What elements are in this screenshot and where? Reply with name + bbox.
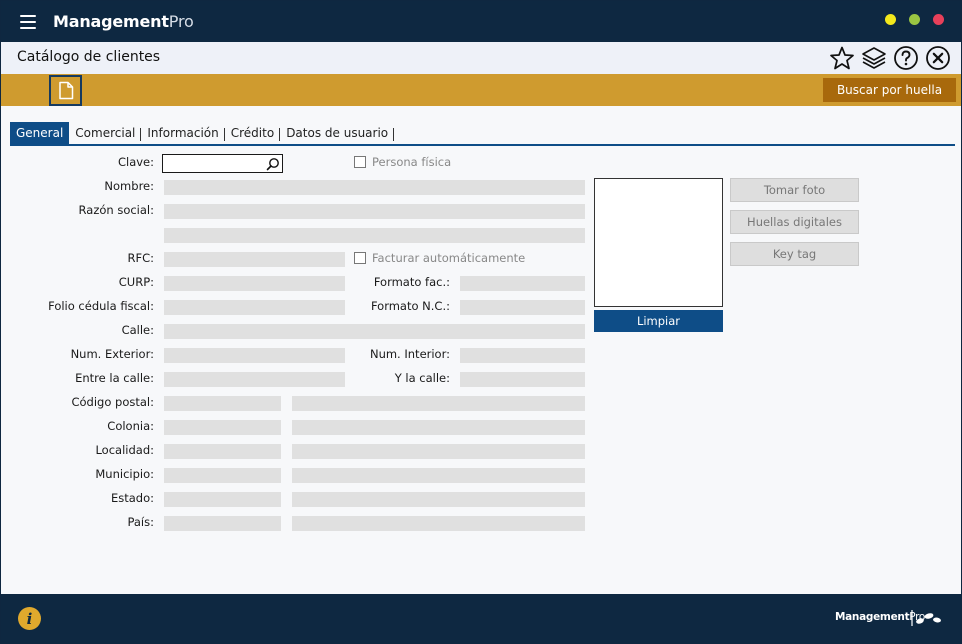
codigo-postal-field[interactable] (164, 396, 281, 411)
entre-calle-field[interactable] (164, 372, 345, 387)
formato-nc-label: Formato N.C.: (370, 299, 450, 313)
rfc-label: RFC: (127, 251, 154, 265)
clave-label: Clave: (117, 155, 154, 169)
colonia-label: Colonia: (107, 419, 154, 433)
take-photo-button[interactable]: Tomar foto (730, 178, 859, 202)
maximize-button[interactable] (909, 14, 920, 25)
menu-icon[interactable] (20, 15, 36, 30)
estado-desc-field[interactable] (292, 492, 585, 507)
pais-field[interactable] (164, 516, 281, 531)
close-icon[interactable] (925, 45, 951, 71)
page-header: Catálogo de clientes (1, 42, 961, 74)
clave-input[interactable] (162, 154, 283, 173)
search-icon[interactable] (266, 156, 280, 175)
razon-social-field[interactable] (164, 204, 585, 219)
razon-social-field-2[interactable] (164, 228, 585, 243)
num-interior-label: Num. Interior: (369, 347, 450, 361)
tab-datos-usuario[interactable]: Datos de usuario (280, 122, 395, 145)
document-icon (58, 81, 73, 100)
pais-desc-field[interactable] (292, 516, 585, 531)
formato-fac-field[interactable] (460, 276, 585, 291)
codigo-postal-desc-field[interactable] (292, 396, 585, 411)
app-window: ManagementPro Catálogo de clientes Busca… (0, 0, 962, 644)
fingerprints-button[interactable]: Huellas digitales (730, 210, 859, 234)
municipio-field[interactable] (164, 468, 281, 483)
page-title: Catálogo de clientes (17, 49, 161, 65)
key-tag-button[interactable]: Key tag (730, 242, 859, 266)
colonia-field[interactable] (164, 420, 281, 435)
razon-social-label: Razón social: (78, 203, 154, 217)
tab-comercial[interactable]: Comercial (69, 122, 142, 145)
title-bar: ManagementPro (1, 1, 961, 42)
star-icon[interactable] (829, 45, 855, 71)
codigo-postal-label: Código postal: (71, 395, 154, 409)
rfc-field[interactable] (164, 252, 345, 267)
minimize-button[interactable] (885, 14, 896, 25)
calle-label: Calle: (121, 323, 154, 337)
estado-field[interactable] (164, 492, 281, 507)
localidad-label: Localidad: (95, 443, 154, 457)
app-title-main: Management (53, 12, 169, 31)
colonia-desc-field[interactable] (292, 420, 585, 435)
formato-nc-field[interactable] (460, 300, 585, 315)
y-calle-label: Y la calle: (394, 371, 450, 385)
formato-fac-label: Formato fac.: (373, 275, 450, 289)
municipio-label: Municipio: (95, 467, 154, 481)
tab-credito[interactable]: Crédito (225, 122, 281, 145)
facturar-auto-checkbox[interactable] (354, 252, 366, 264)
help-icon[interactable] (893, 45, 919, 71)
estado-label: Estado: (110, 491, 154, 505)
pais-label: País: (127, 515, 154, 529)
num-exterior-label: Num. Exterior: (70, 347, 154, 361)
footer: i ManagementPro (1, 594, 961, 643)
logo-mark-icon (911, 610, 941, 626)
layers-icon[interactable] (861, 45, 887, 71)
persona-fisica-label: Persona física (372, 155, 452, 169)
localidad-field[interactable] (164, 444, 281, 459)
tab-informacion[interactable]: Información (141, 122, 226, 145)
nombre-field[interactable] (164, 180, 585, 195)
tab-underline (10, 144, 955, 146)
curp-field[interactable] (164, 276, 345, 291)
num-exterior-field[interactable] (164, 348, 345, 363)
new-document-button[interactable] (49, 75, 82, 106)
y-calle-field[interactable] (460, 372, 585, 387)
folio-cedula-field[interactable] (164, 300, 345, 315)
entre-calle-label: Entre la calle: (75, 371, 154, 385)
fingerprint-search-button[interactable]: Buscar por huella (823, 78, 956, 102)
municipio-desc-field[interactable] (292, 468, 585, 483)
window-close-button[interactable] (933, 14, 944, 25)
facturar-auto-label: Facturar automáticamente (372, 251, 526, 265)
photo-box (594, 178, 723, 307)
curp-label: CURP: (118, 275, 154, 289)
num-interior-field[interactable] (460, 348, 585, 363)
calle-field[interactable] (164, 324, 585, 339)
clear-photo-button[interactable]: Limpiar (594, 310, 723, 332)
persona-fisica-checkbox[interactable] (354, 156, 366, 168)
toolbar: Buscar por huella (1, 74, 961, 106)
folio-cedula-label: Folio cédula fiscal: (48, 299, 154, 313)
localidad-desc-field[interactable] (292, 444, 585, 459)
app-title: ManagementPro (53, 12, 194, 31)
info-icon[interactable]: i (18, 607, 41, 630)
app-title-suffix: Pro (168, 12, 194, 31)
nombre-label: Nombre: (104, 179, 154, 193)
footer-logo-main: Management (835, 611, 910, 623)
tab-general[interactable]: General (10, 122, 70, 145)
tab-bar: General Comercial Información Crédito Da… (10, 122, 395, 145)
